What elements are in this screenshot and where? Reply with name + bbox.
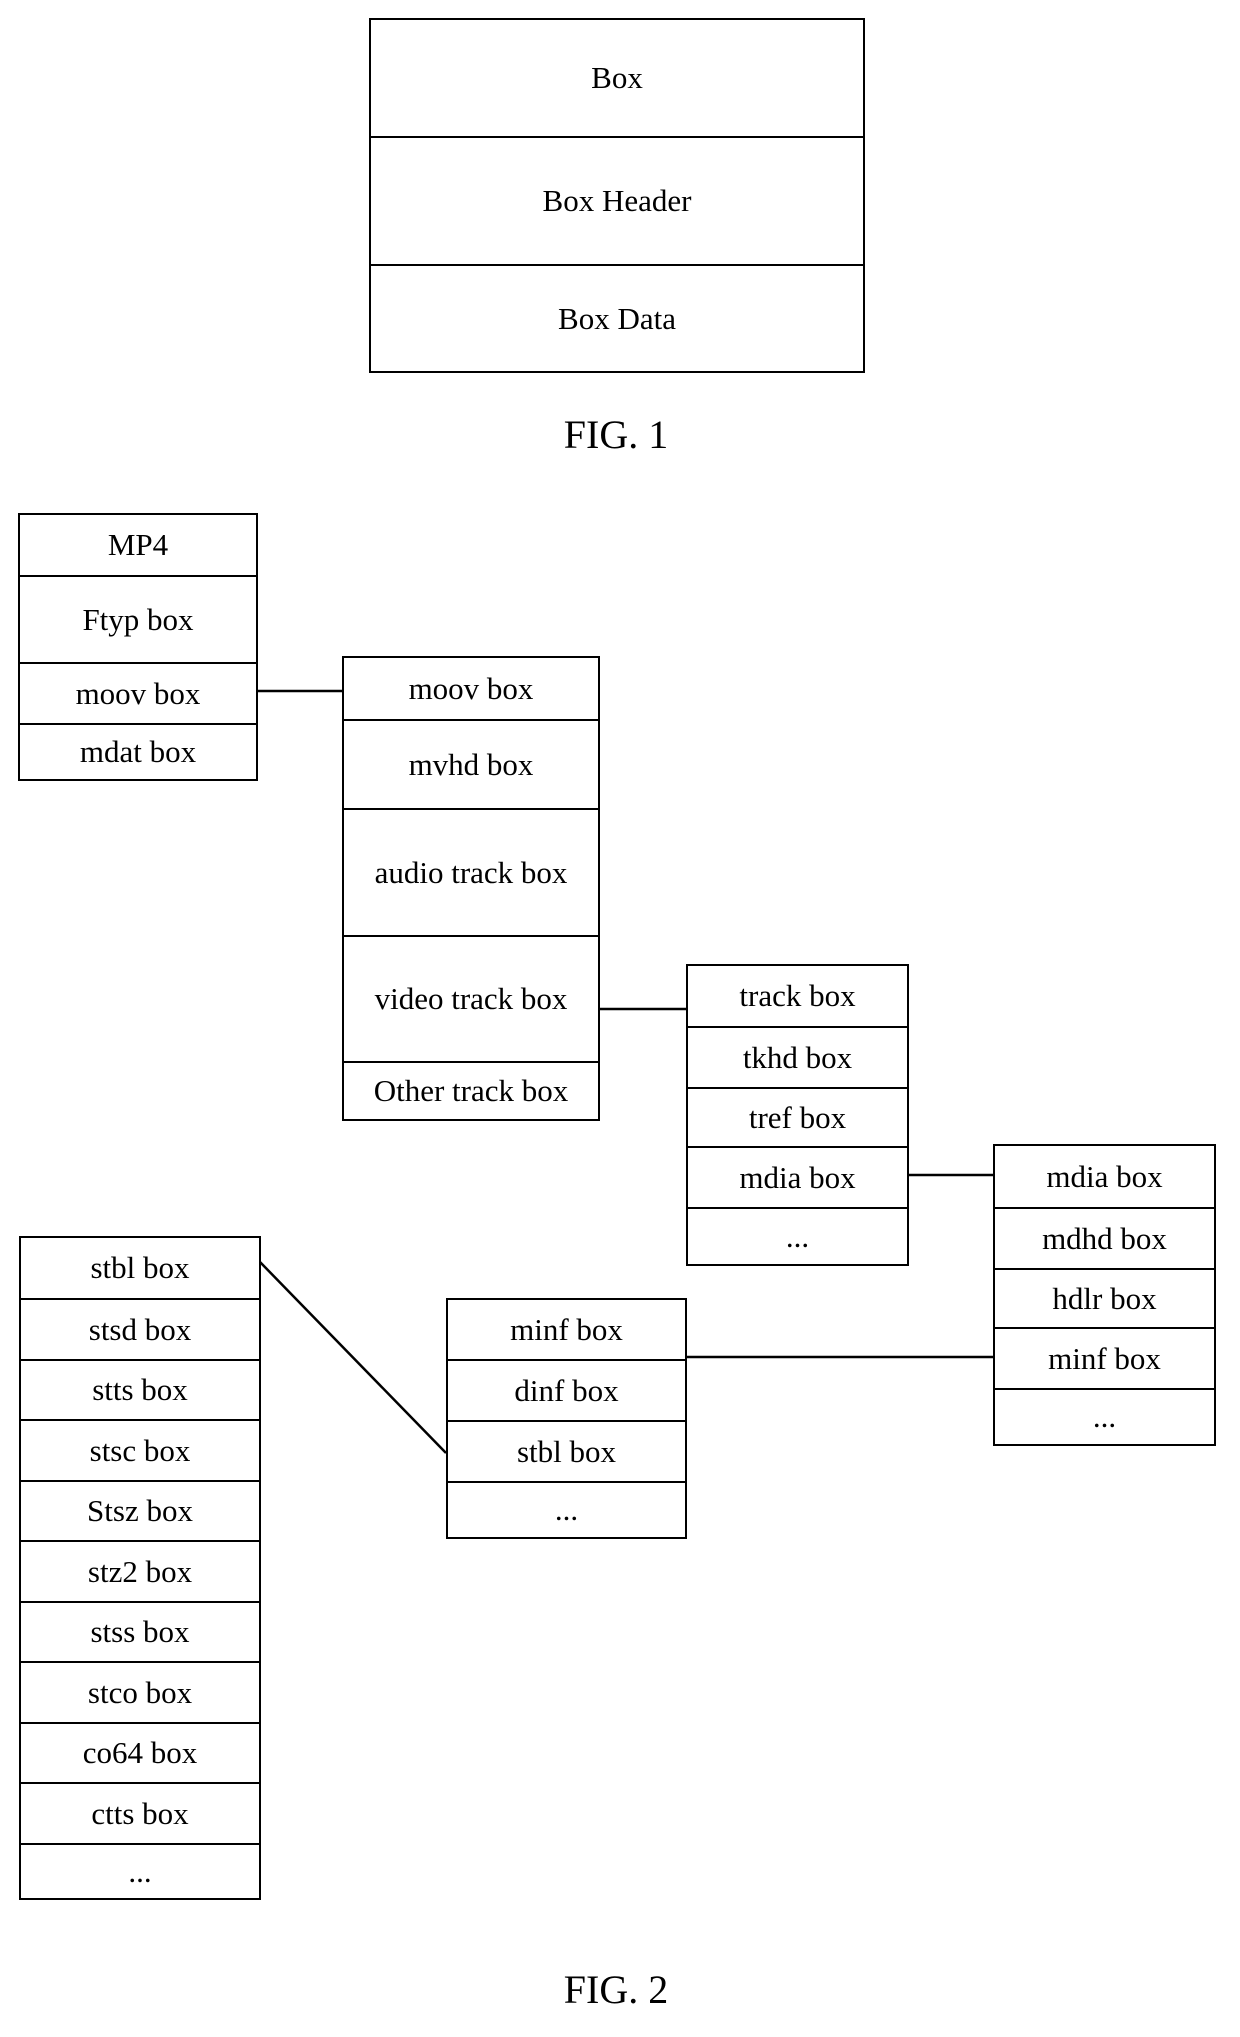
minf-column: minf box dinf box stbl box ... <box>446 1298 687 1539</box>
mdhd-box-cell: mdhd box <box>995 1207 1214 1268</box>
co64-box-cell: co64 box <box>21 1722 259 1782</box>
minf-box-header-cell: minf box <box>510 1311 623 1347</box>
stts-box-cell: stts box <box>21 1359 259 1419</box>
box-data-cell: Box Data <box>371 264 863 371</box>
mdia-column: mdia box mdhd box hdlr box minf box ... <box>993 1144 1216 1446</box>
dinf-box-cell: dinf box <box>448 1359 685 1420</box>
moov-box-cell: moov box <box>20 662 256 723</box>
mdia-box-cell: mdia box <box>688 1146 907 1207</box>
mp4-cell: MP4 <box>107 527 169 562</box>
stbl-column: stbl box stsd box stts box stsc box Stsz… <box>19 1236 261 1900</box>
stbl-box-cell: stbl box <box>448 1420 685 1481</box>
audio-track-box-cell: audio track box <box>344 808 598 935</box>
stsc-box-cell: stsc box <box>21 1419 259 1480</box>
link-minf-stbl <box>259 1261 447 1454</box>
track-box-cell: track box <box>739 978 856 1013</box>
stbl-ellipsis-cell: ... <box>21 1843 259 1898</box>
tref-box-cell: tref box <box>688 1087 907 1146</box>
other-track-box-cell: Other track box <box>344 1061 598 1119</box>
track-ellipsis-cell: ... <box>688 1207 907 1264</box>
mvhd-box-cell: mvhd box <box>344 719 598 808</box>
mdia-box-header-cell: mdia box <box>1046 1158 1163 1194</box>
mdat-box-cell: mdat box <box>20 723 256 779</box>
stsd-box-cell: stsd box <box>21 1298 259 1359</box>
minf-box-cell: minf box <box>995 1327 1214 1388</box>
box-header-cell: Box Header <box>371 136 863 264</box>
stsz-box-cell: Stsz box <box>21 1480 259 1540</box>
moov-column: moov box mvhd box audio track box video … <box>342 656 600 1121</box>
stss-box-cell: stss box <box>21 1601 259 1661</box>
ctts-box-cell: ctts box <box>21 1782 259 1843</box>
box-cell: Box <box>591 60 643 95</box>
stco-box-cell: stco box <box>21 1661 259 1722</box>
fig2-caption: FIG. 2 <box>563 1967 669 2012</box>
stz2-box-cell: stz2 box <box>21 1540 259 1601</box>
tkhd-box-cell: tkhd box <box>688 1026 907 1087</box>
mdia-ellipsis-cell: ... <box>995 1388 1214 1444</box>
moov-box-header-cell: moov box <box>408 670 534 706</box>
hdlr-box-cell: hdlr box <box>995 1268 1214 1327</box>
minf-ellipsis-cell: ... <box>448 1481 685 1537</box>
video-track-box-cell: video track box <box>344 935 598 1061</box>
fig1-box-structure: Box Box Header Box Data <box>369 18 865 373</box>
fig1-caption: FIG. 1 <box>563 412 669 457</box>
track-column: track box tkhd box tref box mdia box ... <box>686 964 909 1266</box>
mp4-column: MP4 Ftyp box moov box mdat box <box>18 513 258 781</box>
stbl-box-header-cell: stbl box <box>90 1250 190 1285</box>
ftyp-box-cell: Ftyp box <box>20 575 256 662</box>
